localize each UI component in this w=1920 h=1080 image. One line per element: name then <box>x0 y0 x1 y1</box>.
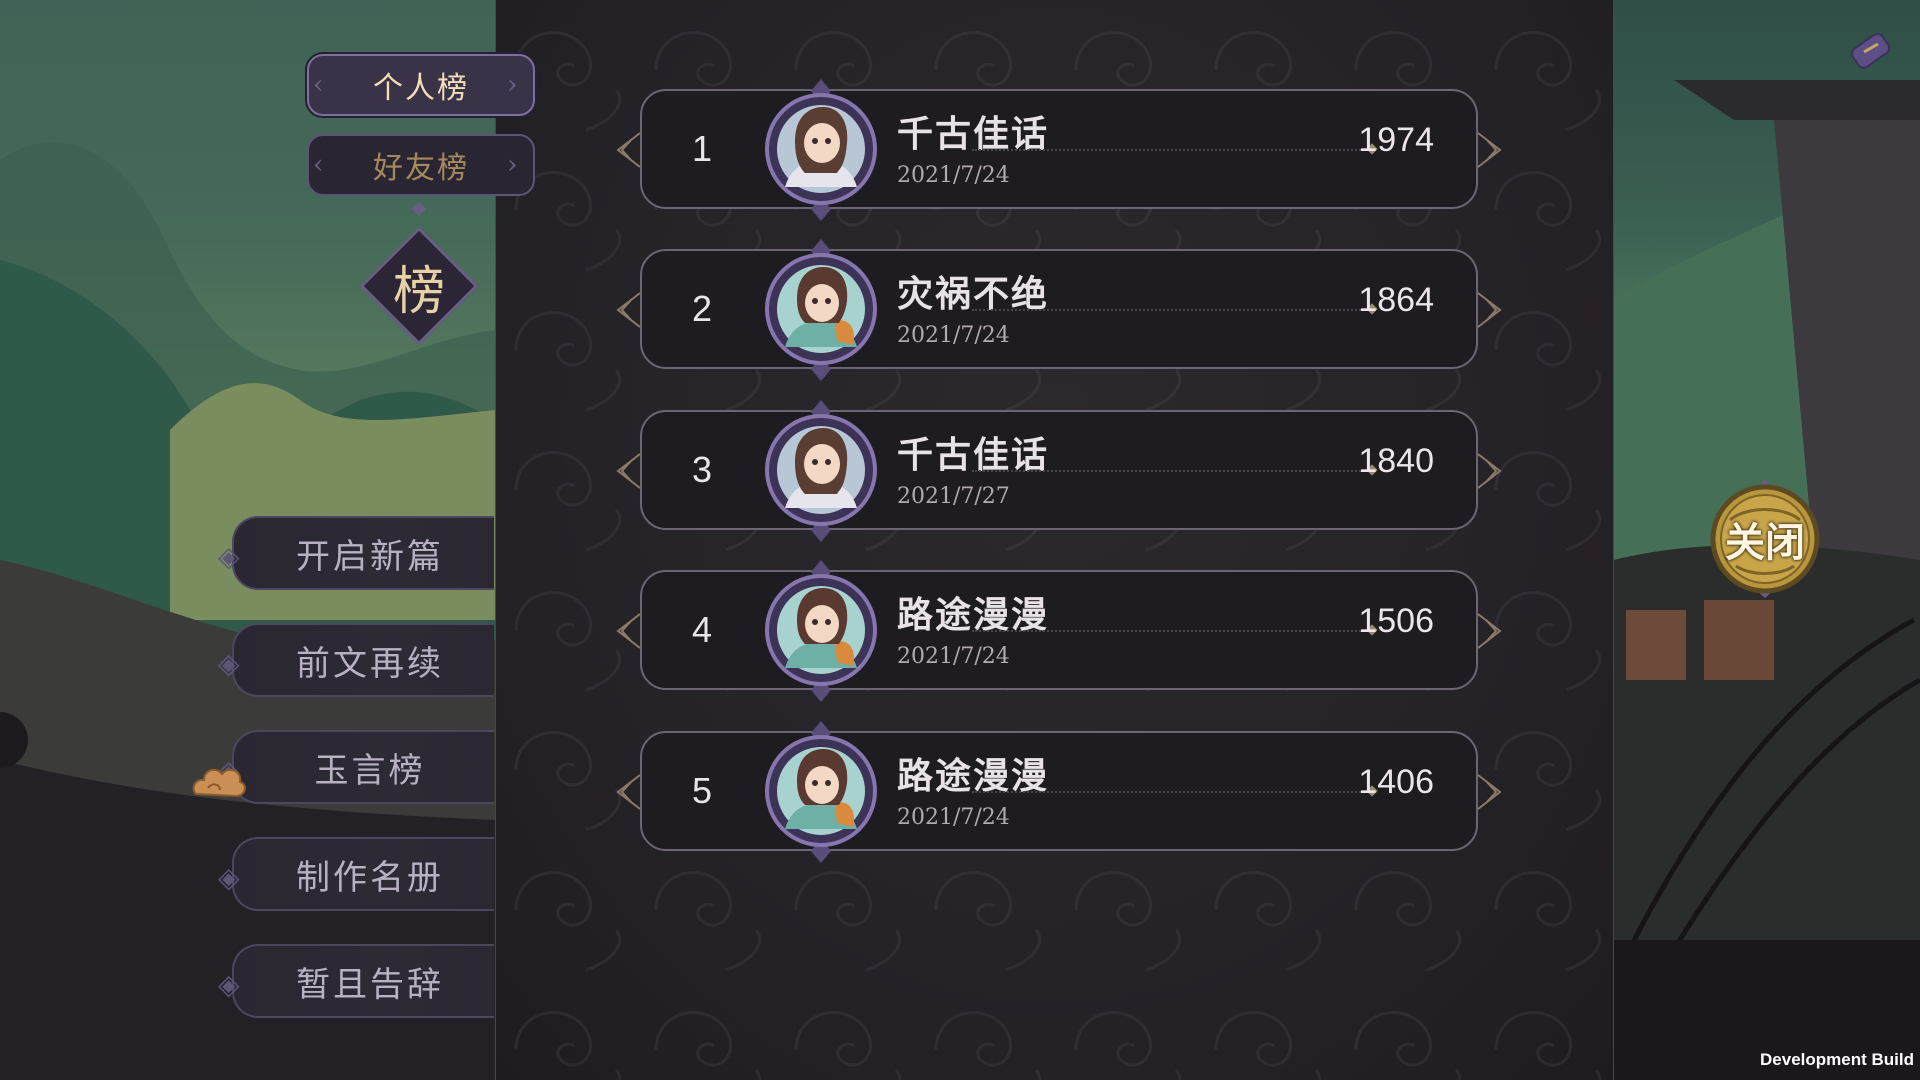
record-date: 2021/7/24 <box>897 644 1010 669</box>
ranking-row: 2 灾祸不绝 2021/7/24 1864 <box>616 239 1502 381</box>
row-divider <box>972 791 1372 793</box>
girl-orange-scarf-icon <box>765 239 877 381</box>
rank-number: 2 <box>691 288 713 329</box>
menu-ornament-icon: ◈ <box>218 861 243 894</box>
row-ornament-right-icon <box>1477 292 1502 328</box>
tab-personal-ranking[interactable]: ‹ 个人榜 › <box>307 54 535 116</box>
row-ornament-right-icon <box>1477 132 1502 168</box>
girl-white-robe-icon <box>765 79 877 221</box>
girl-orange-scarf-icon <box>765 560 877 702</box>
tab-label: 好友榜 <box>373 151 469 186</box>
ranking-row: 3 千古佳话 2021/7/27 1840 <box>616 400 1502 542</box>
cloud-selector-icon <box>192 768 246 798</box>
menu-button-credits[interactable]: ◈ 制作名册 <box>218 837 494 911</box>
rank-number: 3 <box>691 449 713 490</box>
tab-ornament-left-icon: ‹ <box>313 70 326 100</box>
ranking-badge-label: 榜 <box>392 261 445 322</box>
leaderboard-screen: ‹ 个人榜 › ‹ 好友榜 › 榜 ◈ 开启新篇 ◈ 前文再续 ◈ 玉言榜 ◈ … <box>0 0 1920 1080</box>
menu-ornament-icon: ◈ <box>218 968 243 1001</box>
rank-number: 4 <box>691 609 713 650</box>
ranking-row: 5 路途漫漫 2021/7/24 1406 <box>616 721 1502 863</box>
rank-number: 5 <box>691 770 713 811</box>
girl-white-robe-icon <box>765 400 877 542</box>
score-value: 1974 <box>1358 121 1434 159</box>
tab-ornament-right-icon: › <box>507 70 520 100</box>
menu-ornament-icon: ◈ <box>218 647 243 680</box>
menu-button-leaderboard[interactable]: ◈ 玉言榜 <box>218 730 494 804</box>
menu-button-label: 前文再续 <box>296 643 444 684</box>
row-ornament-right-icon <box>1477 774 1502 810</box>
menu-button-new-chapter[interactable]: ◈ 开启新篇 <box>218 516 494 590</box>
menu-button-label: 制作名册 <box>296 857 444 898</box>
row-ornament-left-icon <box>616 453 641 489</box>
record-date: 2021/7/24 <box>897 163 1010 188</box>
score-value: 1864 <box>1358 281 1434 319</box>
row-ornament-right-icon <box>1477 453 1502 489</box>
ranking-row: 4 路途漫漫 2021/7/24 1506 <box>616 560 1502 702</box>
row-ornament-right-icon <box>1477 613 1502 649</box>
score-value: 1840 <box>1358 442 1434 480</box>
development-build-label: Development Build <box>1760 1050 1914 1069</box>
menu-button-continue[interactable]: ◈ 前文再续 <box>218 623 494 697</box>
rank-number: 1 <box>691 128 713 169</box>
menu-button-quit[interactable]: ◈ 暂且告辞 <box>218 944 494 1018</box>
scroll-icon[interactable] <box>1842 22 1898 78</box>
row-divider <box>972 470 1372 472</box>
row-divider <box>972 309 1372 311</box>
menu-ornament-icon: ◈ <box>218 540 243 573</box>
row-ornament-left-icon <box>616 292 641 328</box>
menu-button-label: 暂且告辞 <box>296 964 444 1005</box>
tab-friends-ranking[interactable]: ‹ 好友榜 › <box>307 134 535 196</box>
girl-orange-scarf-icon <box>765 721 877 863</box>
row-divider <box>972 630 1372 632</box>
close-button-label[interactable]: 关闭 <box>1706 516 1824 566</box>
tab-ornament-left-icon: ‹ <box>313 150 326 180</box>
ranking-row: 1 千古佳话 2021/7/24 1974 <box>616 79 1502 221</box>
row-ornament-left-icon <box>616 774 641 810</box>
score-value: 1406 <box>1358 763 1434 801</box>
record-date: 2021/7/24 <box>897 805 1010 830</box>
tab-label: 个人榜 <box>373 71 469 106</box>
record-date: 2021/7/27 <box>897 484 1010 509</box>
record-date: 2021/7/24 <box>897 323 1010 348</box>
row-ornament-left-icon <box>616 132 641 168</box>
score-value: 1506 <box>1358 602 1434 640</box>
menu-button-label: 玉言榜 <box>314 750 426 791</box>
row-ornament-left-icon <box>616 613 641 649</box>
row-divider <box>972 149 1372 151</box>
tab-ornament-right-icon: › <box>507 150 520 180</box>
menu-button-label: 开启新篇 <box>296 536 444 577</box>
